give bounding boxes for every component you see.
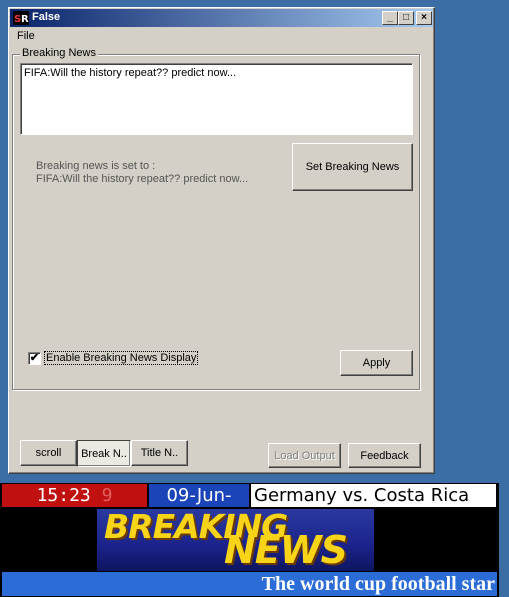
window-title: False bbox=[32, 11, 61, 23]
clock-display: 15:23 9 bbox=[2, 484, 147, 507]
svg-text:R: R bbox=[21, 14, 29, 25]
status-line-1: Breaking news is set to : bbox=[36, 160, 156, 172]
breaking-news-input[interactable]: FIFA:Will the history repeat?? predict n… bbox=[20, 63, 413, 135]
group-label: Breaking News bbox=[20, 47, 98, 59]
load-output-button[interactable]: Load Output bbox=[268, 443, 341, 468]
tab-break-news[interactable]: Break N.. bbox=[77, 440, 131, 467]
maximize-button[interactable]: □ bbox=[398, 11, 414, 25]
menu-file[interactable]: File bbox=[17, 30, 35, 42]
tab-title-news[interactable]: Title N.. bbox=[131, 440, 188, 466]
match-headline: Germany vs. Costa Rica bbox=[251, 484, 496, 507]
logo-text-news: NEWS bbox=[224, 528, 348, 572]
tab-scroll[interactable]: scroll bbox=[20, 440, 77, 466]
clock-seconds: 9 bbox=[101, 485, 113, 506]
enable-display-checkbox[interactable]: ✔ bbox=[28, 352, 41, 365]
news-crawl: The world cup football star bbox=[2, 572, 497, 596]
app-icon: S R bbox=[13, 11, 29, 25]
set-breaking-news-button[interactable]: Set Breaking News bbox=[292, 143, 413, 191]
clock-time: 15:23 bbox=[36, 485, 91, 506]
title-bar[interactable]: S R False _ □ × bbox=[10, 9, 433, 27]
close-button[interactable]: × bbox=[416, 11, 432, 25]
minimize-button[interactable]: _ bbox=[382, 11, 398, 25]
date-display: 09-Jun- bbox=[149, 484, 249, 507]
enable-display-label[interactable]: Enable Breaking News Display bbox=[44, 351, 199, 365]
feedback-button[interactable]: Feedback bbox=[348, 443, 421, 468]
apply-button[interactable]: Apply bbox=[340, 350, 413, 376]
status-line-2: FIFA:Will the history repeat?? predict n… bbox=[36, 173, 249, 185]
